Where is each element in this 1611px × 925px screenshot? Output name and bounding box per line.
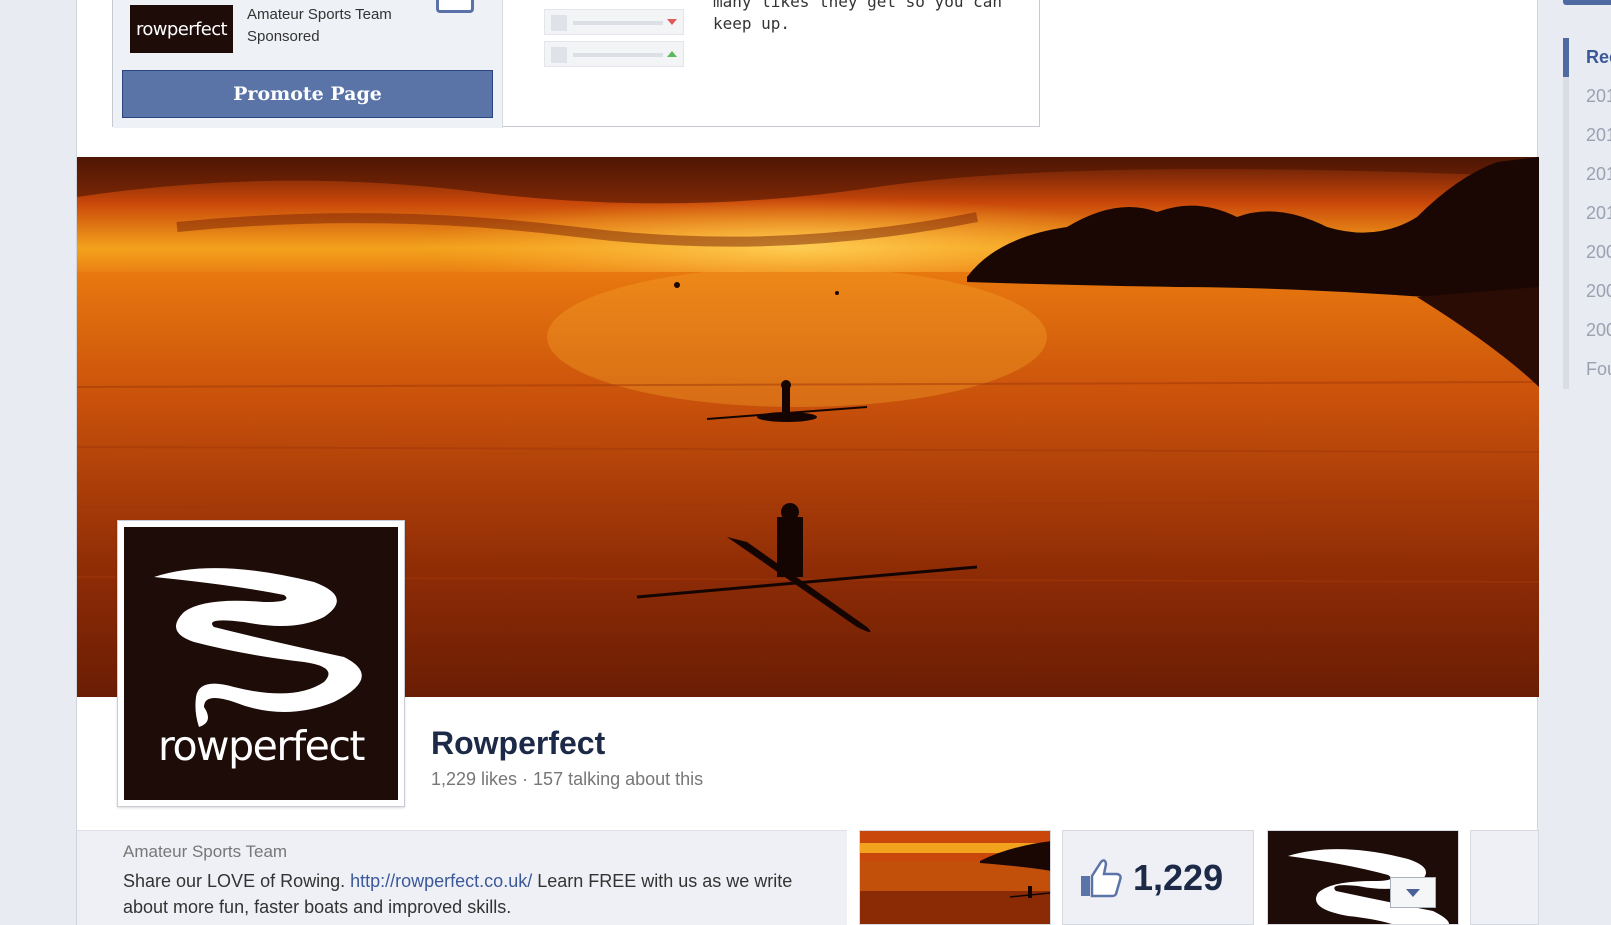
promo-like-button[interactable] <box>436 0 474 13</box>
timeline-top-button[interactable] <box>1563 0 1611 5</box>
thumbs-up-icon <box>1081 858 1122 897</box>
promo-logo-text: rowperfect <box>135 18 228 40</box>
promote-page-button[interactable]: Promote Page <box>122 70 493 118</box>
timeline-item-year[interactable]: 200 <box>1563 272 1611 311</box>
about-category: Amateur Sports Team <box>123 842 288 861</box>
about-text-start: Share our LOVE of Rowing. <box>123 871 351 891</box>
photos-thumbnail-image <box>860 831 1050 924</box>
timeline-item-recent[interactable]: Rec <box>1563 38 1611 77</box>
mini-stat-row <box>544 9 684 35</box>
mini-bar <box>573 21 663 25</box>
profile-logo: rowperfect <box>124 527 398 800</box>
promo-category: Amateur Sports Team <box>247 6 392 23</box>
promo-preview: rowperfect Amateur Sports Team Sponsored… <box>113 0 503 128</box>
timeline-item-year[interactable]: 200 <box>1563 311 1611 350</box>
likes-count: 1,229 <box>1133 856 1224 898</box>
timeline-item-year[interactable]: 201 <box>1563 155 1611 194</box>
promo-text: many likes they get so you can keep up. <box>713 0 1002 33</box>
timeline-item-year[interactable]: 201 <box>1563 194 1611 233</box>
promote-panel: rowperfect Amateur Sports Team Sponsored… <box>112 0 1040 128</box>
photos-app-tile[interactable] <box>859 830 1051 925</box>
more-apps-button[interactable] <box>1390 877 1436 908</box>
info-strip: Amateur Sports Team Share our LOVE of Ro… <box>77 830 1539 925</box>
timeline-item-year[interactable]: 200 <box>1563 233 1611 272</box>
page-stats: 1,229 likes · 157 talking about this <box>431 769 704 789</box>
more-apps-tile <box>1470 830 1539 925</box>
promo-chart-preview <box>544 9 684 73</box>
promo-logo: rowperfect <box>130 5 233 53</box>
page-container: rowperfect Amateur Sports Team Sponsored… <box>76 0 1539 925</box>
likes-app-tile[interactable]: 1,229 <box>1062 830 1254 925</box>
page-title[interactable]: Rowperfect <box>431 725 605 762</box>
year-timeline: Rec 201 201 201 201 200 200 200 Fou <box>1563 38 1611 389</box>
mini-bar <box>573 53 663 57</box>
profile-picture[interactable]: rowperfect <box>117 520 405 807</box>
mini-thumb <box>551 47 567 63</box>
chevron-down-icon <box>1406 888 1420 897</box>
trend-up-icon <box>667 51 677 57</box>
about-description: Share our LOVE of Rowing. http://rowperf… <box>123 868 823 920</box>
about-box: Amateur Sports Team Share our LOVE of Ro… <box>77 830 847 925</box>
wave-logo-icon <box>154 568 362 727</box>
mini-stat-row <box>544 41 684 67</box>
timeline-item-year[interactable]: 201 <box>1563 77 1611 116</box>
timeline-item-founded[interactable]: Fou <box>1563 350 1611 389</box>
website-link[interactable]: http://rowperfect.co.uk/ <box>350 871 532 891</box>
promo-sponsored: Sponsored <box>247 28 320 45</box>
mini-thumb <box>551 15 567 31</box>
timeline-item-year[interactable]: 201 <box>1563 116 1611 155</box>
profile-wordmark: rowperfect <box>158 722 365 770</box>
trend-down-icon <box>667 19 677 25</box>
